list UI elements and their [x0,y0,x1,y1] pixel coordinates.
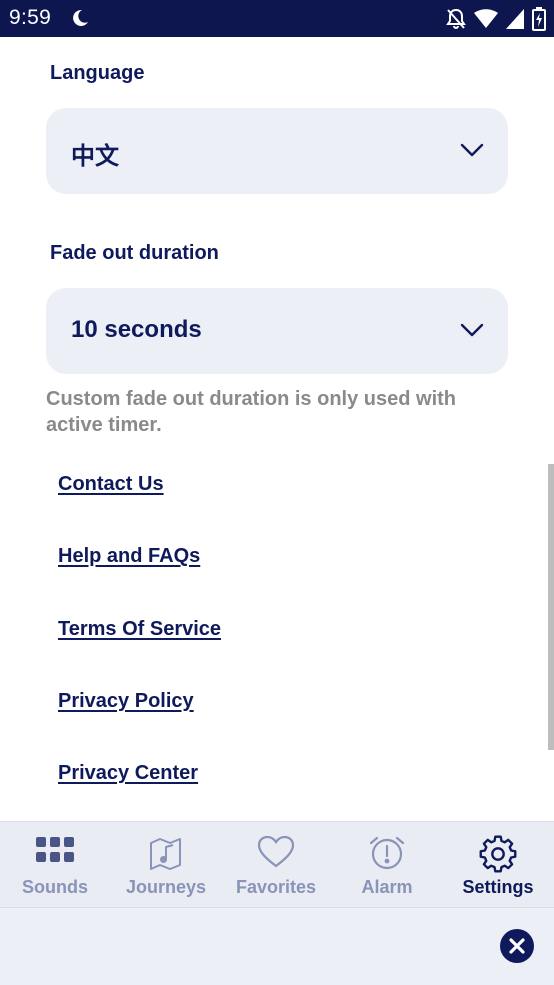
nav-sounds[interactable]: Sounds [0,822,110,908]
contact-us-link[interactable]: Contact Us [58,473,164,496]
nav-favorites[interactable]: Favorites [221,822,331,908]
heart-icon [257,835,295,874]
language-value: 中文 [71,143,119,170]
wifi-icon [474,9,498,34]
notifications-off-icon [446,8,466,35]
nav-journeys[interactable]: Journeys [111,822,221,908]
nav-settings[interactable]: Settings [443,822,553,908]
chevron-down-icon [460,322,484,343]
chevron-down-icon [460,142,484,163]
close-ad-button[interactable] [500,929,534,963]
battery-icon [532,7,546,36]
help-faqs-link[interactable]: Help and FAQs [58,545,200,568]
language-label: Language [50,62,145,84]
fade-out-label: Fade out duration [50,242,219,264]
nav-settings-label: Settings [462,877,534,897]
privacy-center-link[interactable]: Privacy Center [58,762,198,785]
map-music-icon [148,835,184,876]
fade-out-value: 10 seconds [71,316,202,343]
nav-journeys-label: Journeys [125,877,207,897]
grid-icon [35,835,75,870]
signal-icon [506,9,524,34]
nav-alarm[interactable]: Alarm [332,822,442,908]
nav-alarm-label: Alarm [361,877,413,897]
language-dropdown[interactable]: 中文 [46,108,508,194]
bottom-nav: Sounds Journeys Favorites Alarm Settings [0,821,554,907]
ad-banner [0,907,554,985]
fade-out-note: Custom fade out duration is only used wi… [46,388,457,436]
nav-favorites-label: Favorites [235,877,317,897]
fade-out-dropdown[interactable]: 10 seconds [46,288,508,374]
status-bar: 9:59 [0,0,554,37]
status-time: 9:59 [9,6,52,29]
moon-icon [70,8,90,33]
close-icon [500,929,534,968]
alarm-clock-icon [368,835,406,876]
nav-sounds-label: Sounds [22,877,88,897]
status-icons [446,7,546,36]
scrollbar[interactable] [548,464,554,750]
privacy-policy-link[interactable]: Privacy Policy [58,690,194,713]
gear-icon [479,835,517,878]
terms-of-service-link[interactable]: Terms Of Service [58,618,221,641]
